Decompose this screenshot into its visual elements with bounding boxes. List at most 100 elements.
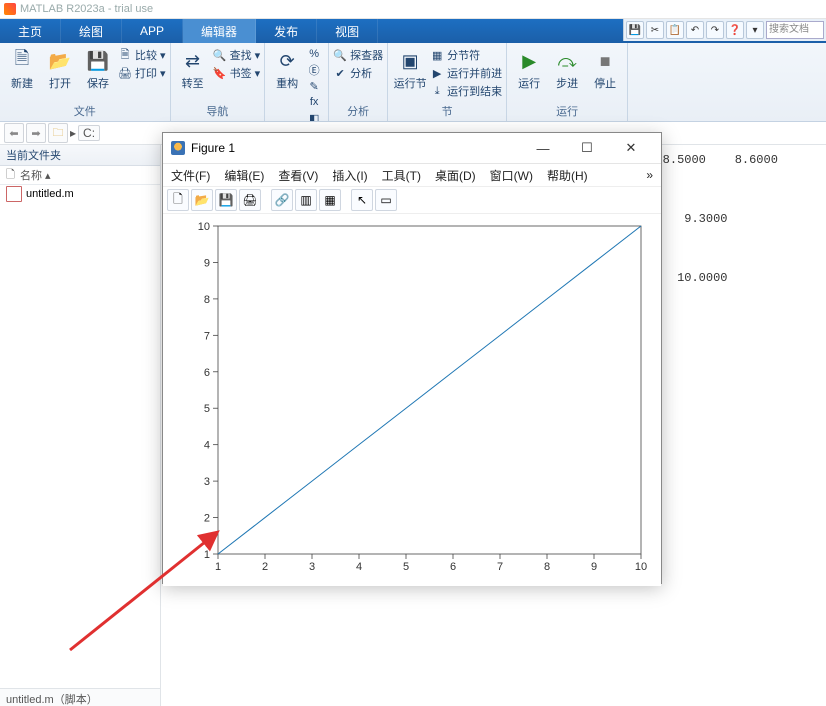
figure-toolbar: 🗋 📂 💾 🖨 🔗 ▥ ▦ ↖ ▭ [163, 187, 661, 214]
qat-button-0[interactable]: 💾 [626, 21, 644, 39]
colorbar-button[interactable]: ▥ [295, 189, 317, 211]
nav-fwd-button[interactable]: ➡ [26, 123, 46, 143]
figure-menu-插入(I)[interactable]: 插入(I) [332, 167, 367, 184]
ribbon-分节符[interactable]: ▦分节符 [430, 47, 502, 63]
ribbon-书签 ▾[interactable]: 🔖书签 ▾ [213, 65, 261, 81]
ribbon-Ⓔ[interactable]: Ⓔ [307, 63, 324, 77]
figure-window[interactable]: Figure 1 — ☐ ✕ 文件(F) 编辑(E) 查看(V) 插入(I) 工具(T)… [162, 132, 662, 584]
figure-menu-overflow[interactable]: » [646, 168, 653, 182]
mfile-icon [6, 186, 22, 202]
ribbon-探查器[interactable]: 🔍探查器 [333, 47, 383, 63]
doc-search-input[interactable]: 搜索文档 [766, 21, 824, 39]
file-row[interactable]: untitled.m [0, 185, 160, 203]
qat-button-1[interactable]: ✂ [646, 21, 664, 39]
svg-text:5: 5 [204, 403, 210, 415]
ribbon-tab-APP[interactable]: APP [122, 19, 183, 43]
new-fig-button[interactable]: 🗋 [167, 189, 189, 211]
ribbon-新建[interactable]: 🗎新建 [4, 47, 40, 91]
ribbon-tab-主页[interactable]: 主页 [0, 19, 61, 43]
close-button[interactable]: ✕ [609, 134, 653, 162]
ribbon-步进[interactable]: ⤼步进 [549, 47, 585, 91]
figure-menu-编辑(E)[interactable]: 编辑(E) [224, 167, 264, 184]
maximize-button[interactable]: ☐ [565, 134, 609, 162]
ribbon-打开[interactable]: 📂打开 [42, 47, 78, 91]
ribbon-停止[interactable]: ■停止 [587, 47, 623, 91]
pointer-button[interactable]: ↖ [351, 189, 373, 211]
figure-menu-帮助(H)[interactable]: 帮助(H) [547, 167, 588, 184]
qat-button-4[interactable]: ↷ [706, 21, 724, 39]
figure-menu-桌面(D)[interactable]: 桌面(D) [435, 167, 476, 184]
figure-menu-查看(V)[interactable]: 查看(V) [278, 167, 318, 184]
ribbon-group-文件: 🗎新建📂打开💾保存🗎比较 ▾🖨打印 ▾文件 [0, 43, 171, 121]
qat-button-3[interactable]: ↶ [686, 21, 704, 39]
ribbon-tab-视图[interactable]: 视图 [317, 19, 378, 43]
legend-button[interactable]: ▦ [319, 189, 341, 211]
ribbon-保存[interactable]: 💾保存 [80, 47, 116, 91]
print-fig-button[interactable]: 🖨 [239, 189, 261, 211]
open-fig-button[interactable]: 📂 [191, 189, 213, 211]
path-sep: ▸ [70, 126, 76, 140]
svg-text:1: 1 [215, 561, 221, 573]
ribbon-比较 ▾[interactable]: 🗎比较 ▾ [118, 47, 166, 63]
folder-icon[interactable]: 🗀 [48, 123, 68, 143]
matlab-icon [4, 3, 16, 15]
svg-text:6: 6 [204, 367, 210, 379]
svg-text:3: 3 [309, 561, 315, 573]
svg-text:2: 2 [204, 513, 210, 525]
svg-text:4: 4 [356, 561, 362, 573]
ribbon-tab-绘图[interactable]: 绘图 [61, 19, 122, 43]
ribbon-转至[interactable]: ⇄转至 [175, 47, 211, 91]
ribbon-fx[interactable]: fx [307, 95, 324, 109]
ribbon-group-节: ▣运行节▦分节符▶运行并前进⤓运行到结束节 [388, 43, 507, 121]
path-segment[interactable]: C: [78, 125, 100, 141]
svg-text:8: 8 [204, 294, 210, 306]
svg-text:9: 9 [204, 257, 210, 269]
figure-menubar: 文件(F) 编辑(E) 查看(V) 插入(I) 工具(T) 桌面(D) 窗口(W) 帮助(H)… [163, 164, 661, 187]
ribbon-tab-发布[interactable]: 发布 [256, 19, 317, 43]
current-folder-panel: 当前文件夹 🗋 名称 ▴ untitled.m untitled.m（脚本） [0, 145, 161, 706]
ribbon-tab-编辑器[interactable]: 编辑器 [183, 19, 256, 43]
qat-button-6[interactable]: ▾ [746, 21, 764, 39]
ribbon-重构[interactable]: ⟳重构 [269, 47, 305, 91]
ribbon-运行[interactable]: ▶运行 [511, 47, 547, 91]
ribbon-运行并前进[interactable]: ▶运行并前进 [430, 65, 502, 81]
ribbon: 🗎新建📂打开💾保存🗎比较 ▾🖨打印 ▾文件⇄转至🔍查找 ▾🔖书签 ▾导航⟳重构%… [0, 43, 826, 122]
figure-menu-工具(T)[interactable]: 工具(T) [382, 167, 421, 184]
ribbon-tabstrip: 主页绘图APP编辑器发布视图 💾✂📋↶↷❓▾搜索文档 [0, 19, 826, 43]
nav-back-button[interactable]: ⬅ [4, 123, 24, 143]
save-fig-button[interactable]: 💾 [215, 189, 237, 211]
app-title: MATLAB R2023a - trial use [20, 3, 153, 15]
svg-text:7: 7 [497, 561, 503, 573]
svg-text:3: 3 [204, 476, 210, 488]
current-folder-title: 当前文件夹 [0, 145, 160, 166]
qat-button-5[interactable]: ❓ [726, 21, 744, 39]
svg-text:9: 9 [591, 561, 597, 573]
svg-text:8: 8 [544, 561, 550, 573]
window-titlebar: MATLAB R2023a - trial use [0, 0, 826, 19]
figure-title: Figure 1 [191, 141, 521, 155]
quick-access-toolbar: 💾✂📋↶↷❓▾搜索文档 [623, 19, 826, 41]
qat-button-2[interactable]: 📋 [666, 21, 684, 39]
figure-menu-窗口(W)[interactable]: 窗口(W) [490, 167, 533, 184]
ribbon-运行节[interactable]: ▣运行节 [392, 47, 428, 91]
svg-text:2: 2 [262, 561, 268, 573]
status-label: untitled.m（脚本） [0, 688, 160, 706]
svg-text:10: 10 [635, 561, 647, 573]
ribbon-分析[interactable]: ✔分析 [333, 65, 383, 81]
axes[interactable]: 1234567891012345678910 [163, 214, 661, 586]
svg-text:5: 5 [403, 561, 409, 573]
svg-text:10: 10 [198, 221, 210, 233]
ribbon-✎[interactable]: ✎ [307, 79, 324, 93]
figure-titlebar: Figure 1 — ☐ ✕ [163, 133, 661, 164]
ribbon-打印 ▾[interactable]: 🖨打印 ▾ [118, 65, 166, 81]
edit-plot-button[interactable]: ▭ [375, 189, 397, 211]
link-button[interactable]: 🔗 [271, 189, 293, 211]
ribbon-运行到结束[interactable]: ⤓运行到结束 [430, 83, 502, 99]
figure-menu-文件(F)[interactable]: 文件(F) [171, 167, 210, 184]
ribbon-group-代码: ⟳重构%Ⓔ✎fx◧≣代码 [265, 43, 329, 121]
ribbon-查找 ▾[interactable]: 🔍查找 ▾ [213, 47, 261, 63]
file-list-header[interactable]: 🗋 名称 ▴ [0, 166, 160, 185]
minimize-button[interactable]: — [521, 134, 565, 162]
ribbon-◧[interactable]: ◧ [307, 111, 324, 122]
ribbon-%[interactable]: % [307, 47, 324, 61]
